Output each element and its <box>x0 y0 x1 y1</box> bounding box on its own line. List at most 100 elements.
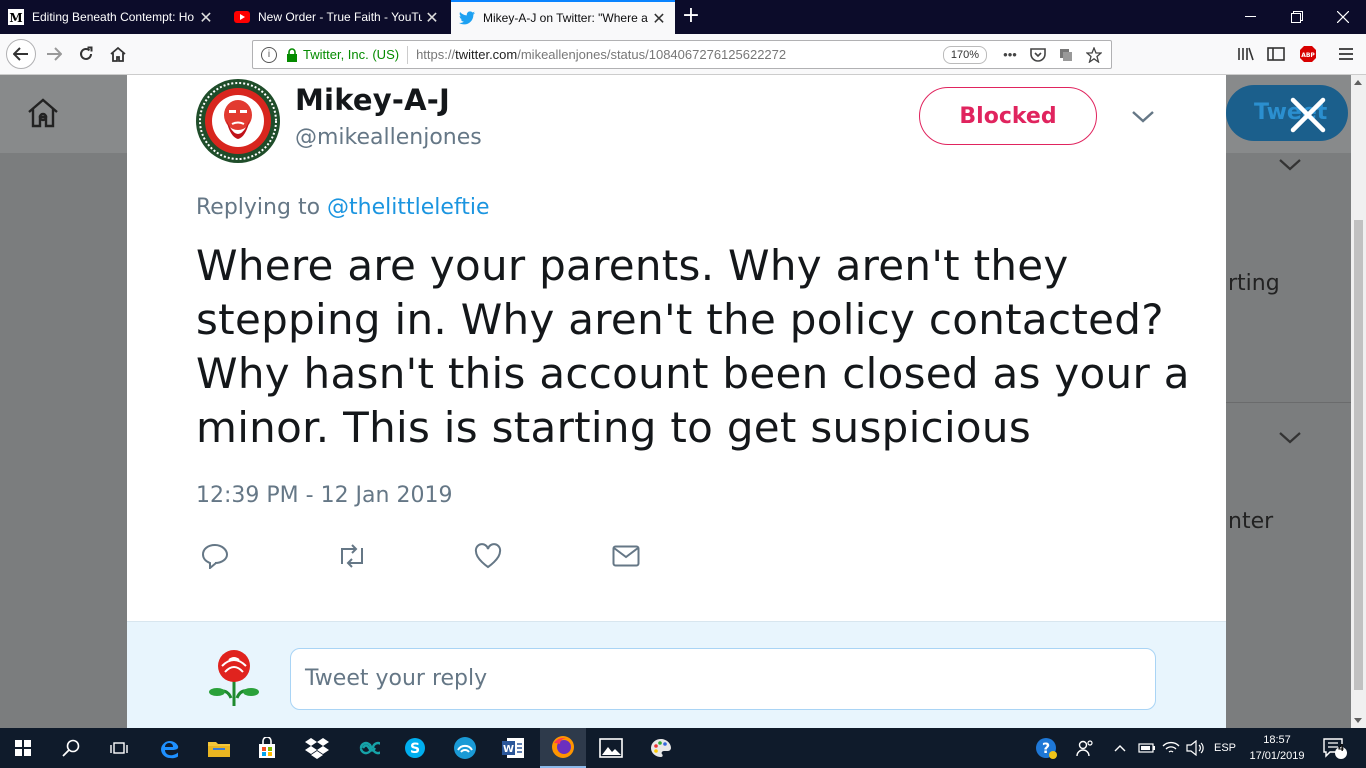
store-icon[interactable] <box>244 728 290 768</box>
page-actions-icon[interactable]: ••• <box>999 45 1021 65</box>
display-name[interactable]: Mikey-A-J <box>295 83 450 117</box>
user-handle[interactable]: @mikeallenjones <box>295 125 482 150</box>
youtube-icon <box>234 9 250 25</box>
volume-icon[interactable] <box>1186 728 1206 768</box>
reload-icon[interactable] <box>72 40 100 68</box>
file-explorer-icon[interactable] <box>196 728 242 768</box>
home-icon[interactable] <box>104 40 132 68</box>
tweet-text: Where are your parents. Why aren't they … <box>196 239 1196 455</box>
tab-close-icon[interactable]: ✕ <box>422 8 442 27</box>
task-view-icon[interactable] <box>96 728 142 768</box>
skype-icon[interactable]: S <box>392 728 438 768</box>
info-icon[interactable]: i <box>261 46 277 63</box>
sidebar-icon[interactable] <box>1262 40 1290 68</box>
home-icon[interactable] <box>26 97 60 133</box>
replying-to: Replying to @thelittleleftie <box>196 195 490 220</box>
chevron-down-icon[interactable] <box>1278 157 1302 176</box>
reply-input[interactable]: Tweet your reply <box>290 648 1156 710</box>
scroll-thumb[interactable] <box>1354 220 1363 690</box>
people-icon[interactable] <box>1076 728 1094 768</box>
reply-icon[interactable] <box>200 541 230 571</box>
url-path: /mikeallenjones/status/10840672761256222… <box>517 47 787 62</box>
svg-text:ABP: ABP <box>1301 52 1315 59</box>
screenshot-icon[interactable] <box>1055 45 1077 65</box>
rose-avatar-icon <box>205 648 263 708</box>
edge-icon[interactable] <box>146 728 192 768</box>
reply-composer: Tweet your reply <box>127 621 1226 729</box>
svg-text:S: S <box>410 741 420 757</box>
word-icon[interactable]: W <box>490 728 536 768</box>
lock-icon <box>285 47 299 62</box>
divider <box>1226 402 1351 403</box>
background-trend-text: rting <box>1228 271 1280 296</box>
tab-close-icon[interactable]: ✕ <box>649 9 669 28</box>
mention-link[interactable]: @thelittleleftie <box>327 195 490 220</box>
back-arrow-icon[interactable] <box>6 39 36 69</box>
avatar[interactable] <box>196 79 280 163</box>
windows-start-icon[interactable] <box>0 728 46 768</box>
input-language[interactable]: ESP <box>1214 728 1236 768</box>
page-scrollbar[interactable] <box>1351 75 1366 728</box>
chevron-down-icon[interactable] <box>1131 109 1155 128</box>
new-tab-button[interactable]: + <box>678 0 704 34</box>
tweet-text-line: stepping in. Why aren't the policy conta… <box>196 295 1164 344</box>
url-host: twitter.com <box>455 47 518 62</box>
retweet-icon[interactable] <box>336 541 366 571</box>
network-app-icon[interactable] <box>442 728 488 768</box>
url-text[interactable]: https://twitter.com/mikeallenjones/statu… <box>416 47 943 62</box>
wifi-icon[interactable] <box>1162 728 1180 768</box>
dropbox-icon[interactable] <box>294 728 340 768</box>
compose-tweet-button[interactable]: Tweet <box>1226 85 1348 141</box>
chevron-up-icon[interactable] <box>1114 728 1126 768</box>
help-icon[interactable]: ? <box>1034 728 1058 768</box>
background-trend-text: nter <box>1228 509 1274 534</box>
blocked-button[interactable]: Blocked <box>919 87 1097 145</box>
svg-text:?: ? <box>1042 741 1050 757</box>
close-window-button[interactable] <box>1320 0 1366 34</box>
clock-date: 17/01/2019 <box>1249 750 1305 762</box>
url-bar[interactable]: i Twitter, Inc. (US) https://twitter.com… <box>252 40 1112 69</box>
direct-message-icon[interactable] <box>611 541 641 571</box>
svg-text:M: M <box>9 11 22 25</box>
tab-close-icon[interactable]: ✕ <box>196 8 216 27</box>
tab-title: Editing Beneath Contempt: Ho <box>32 10 195 24</box>
menu-hamburger-icon[interactable] <box>1332 40 1360 68</box>
bookmark-star-icon[interactable] <box>1083 45 1105 65</box>
svg-text:W: W <box>503 744 514 755</box>
tweet-timestamp[interactable]: 12:39 PM - 12 Jan 2019 <box>196 483 452 508</box>
photos-icon[interactable] <box>588 728 634 768</box>
close-modal-icon[interactable] <box>1288 95 1328 135</box>
url-protocol: https:// <box>416 47 456 62</box>
windows-taskbar: S W ? ESP 18:57 17/01/2019 4 <box>0 728 1366 768</box>
paint-icon[interactable] <box>638 728 684 768</box>
replying-prefix: Replying to <box>196 195 328 220</box>
zoom-level[interactable]: 170% <box>942 45 987 64</box>
tab-new-order-youtube[interactable]: New Order - True Faith - YouTu ✕ <box>226 0 448 34</box>
battery-icon[interactable] <box>1138 728 1156 768</box>
forward-arrow-icon[interactable] <box>40 40 68 68</box>
firefox-icon[interactable] <box>540 728 586 768</box>
tab-title: Mikey-A-J on Twitter: "Where a <box>483 11 648 25</box>
chevron-down-icon[interactable] <box>1278 430 1302 449</box>
medium-icon: M <box>8 9 24 25</box>
tweet-text-line: Why hasn't this account been closed as y… <box>196 349 1190 398</box>
search-icon[interactable] <box>48 728 94 768</box>
url-separator <box>407 45 409 64</box>
system-clock[interactable]: 18:57 17/01/2019 <box>1244 732 1310 764</box>
pocket-icon[interactable] <box>1027 45 1049 65</box>
tweet-text-line: Where are your parents. Why aren't they <box>196 241 1069 290</box>
library-icon[interactable] <box>1232 40 1260 68</box>
scroll-down-arrow[interactable] <box>1354 718 1362 723</box>
minimize-button[interactable] <box>1228 0 1274 34</box>
restore-button[interactable] <box>1274 0 1320 34</box>
site-identity[interactable]: Twitter, Inc. (US) <box>303 47 399 62</box>
notifications-icon[interactable]: 4 <box>1322 728 1348 768</box>
arduino-icon[interactable] <box>344 728 390 768</box>
adblock-plus-icon[interactable]: ABP <box>1294 40 1322 68</box>
tab-editing-beneath-contempt[interactable]: M Editing Beneath Contempt: Ho ✕ <box>0 0 222 34</box>
tab-mikey-twitter[interactable]: Mikey-A-J on Twitter: "Where a ✕ <box>451 0 675 34</box>
scroll-up-arrow[interactable] <box>1354 80 1362 85</box>
like-heart-icon[interactable] <box>473 541 503 571</box>
twitter-bird-icon <box>459 10 475 26</box>
tweet-text-line: minor. This is starting to get suspiciou… <box>196 403 1032 452</box>
